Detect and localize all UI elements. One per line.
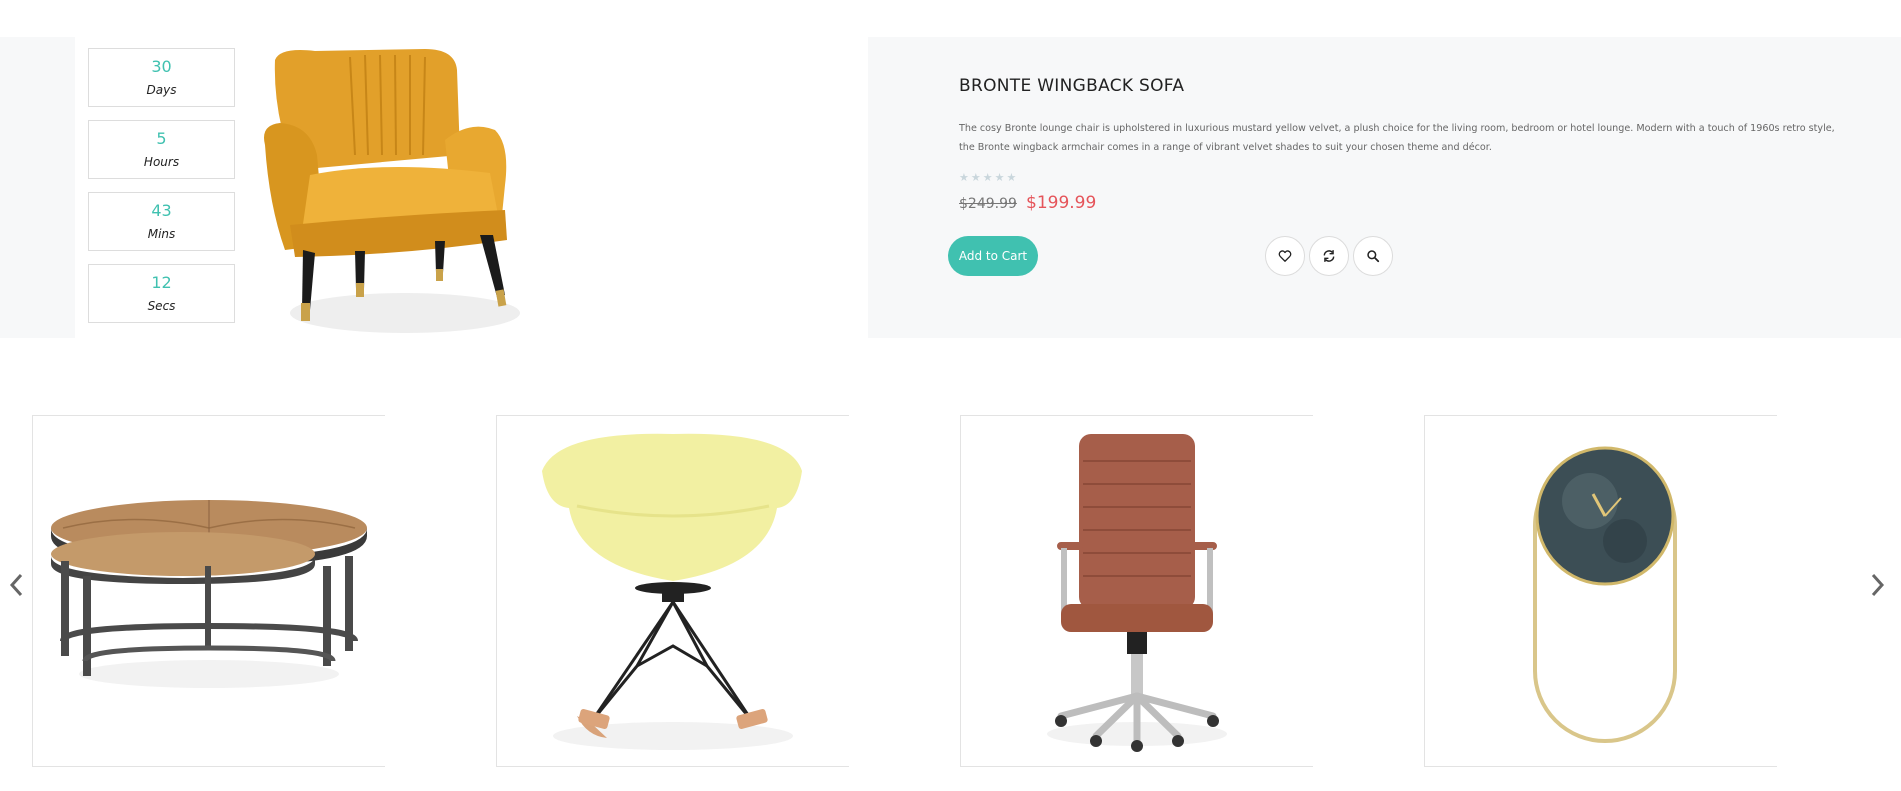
- rating-stars: ★★★★★: [959, 171, 1018, 184]
- star-icon: ★: [959, 171, 971, 184]
- countdown-secs: 12 Secs: [88, 264, 235, 323]
- product-description: The cosy Bronte lounge chair is upholste…: [959, 123, 1835, 153]
- add-to-cart-button[interactable]: Add to Cart: [948, 236, 1038, 276]
- wall-clock-image: [1533, 446, 1677, 743]
- countdown-timer: 30 Days 5 Hours 43 Mins 12 Secs: [88, 48, 235, 336]
- search-icon: [1367, 250, 1380, 263]
- wishlist-button[interactable]: [1265, 236, 1305, 276]
- deal-product-info: BRONTE WINGBACK SOFA The cosy Bronte lou…: [940, 37, 1860, 338]
- office-chair-image: [1047, 434, 1227, 752]
- countdown-hours: 5 Hours: [88, 120, 235, 179]
- rocking-chair-image: [542, 433, 802, 750]
- countdown-secs-value: 12: [151, 273, 172, 292]
- countdown-days: 30 Days: [88, 48, 235, 107]
- compare-button[interactable]: [1309, 236, 1349, 276]
- product-card-rocking-chair[interactable]: [496, 415, 849, 767]
- countdown-mins-value: 43: [151, 201, 172, 220]
- countdown-secs-label: Secs: [147, 299, 176, 313]
- sale-price: $199.99: [1026, 193, 1097, 213]
- product-card-coffee-table[interactable]: [32, 415, 385, 767]
- deal-left-panel: 30 Days 5 Hours 43 Mins 12 Secs: [75, 37, 868, 338]
- countdown-days-label: Days: [146, 83, 177, 97]
- star-icon: ★: [1006, 171, 1019, 184]
- heart-icon: [1278, 250, 1292, 262]
- product-actions: [1265, 236, 1393, 276]
- countdown-hours-value: 5: [156, 129, 167, 148]
- product-carousel: [0, 415, 1901, 767]
- star-icon: ★: [994, 171, 1007, 184]
- deal-of-the-day-section: 30 Days 5 Hours 43 Mins 12 Secs BRONTE W…: [0, 37, 1901, 338]
- countdown-days-value: 30: [151, 57, 172, 76]
- countdown-hours-label: Hours: [143, 155, 180, 169]
- coffee-table-image: [51, 500, 367, 688]
- chevron-left-icon: [9, 573, 23, 597]
- price-row: $249.99 $199.99: [959, 193, 1096, 213]
- countdown-mins-label: Mins: [147, 227, 176, 241]
- quick-view-button[interactable]: [1353, 236, 1393, 276]
- armchair-image[interactable]: [255, 45, 535, 335]
- old-price: $249.99: [959, 196, 1017, 212]
- countdown-mins: 43 Mins: [88, 192, 235, 251]
- product-card-office-chair[interactable]: [960, 415, 1313, 767]
- carousel-next-button[interactable]: [1866, 565, 1890, 605]
- carousel-prev-button[interactable]: [4, 565, 28, 605]
- star-icon: ★: [982, 171, 995, 184]
- star-icon: ★: [970, 171, 983, 184]
- refresh-icon: [1323, 250, 1335, 262]
- product-title[interactable]: BRONTE WINGBACK SOFA: [959, 76, 1184, 96]
- product-card-wall-clock[interactable]: [1424, 415, 1777, 767]
- chevron-right-icon: [1871, 573, 1885, 597]
